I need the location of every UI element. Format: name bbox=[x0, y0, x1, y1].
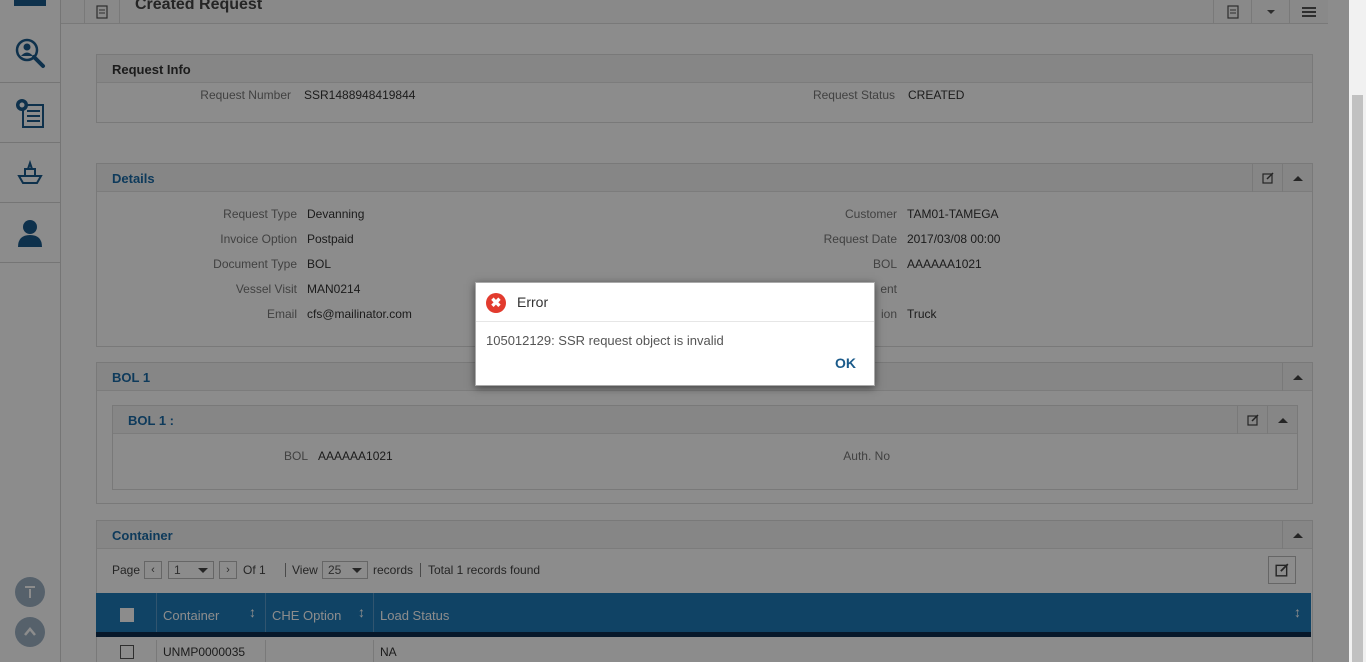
page-scrollbar[interactable] bbox=[1349, 0, 1366, 662]
error-icon: ✖ bbox=[486, 293, 506, 313]
dialog-message: 105012129: SSR request object is invalid bbox=[486, 333, 724, 348]
scrollbar-thumb[interactable] bbox=[1352, 95, 1363, 662]
error-dialog: ✖ Error 105012129: SSR request object is… bbox=[475, 282, 875, 386]
dialog-title: Error bbox=[517, 294, 549, 310]
ok-button[interactable]: OK bbox=[835, 355, 856, 371]
dialog-header: ✖ Error bbox=[476, 283, 874, 322]
